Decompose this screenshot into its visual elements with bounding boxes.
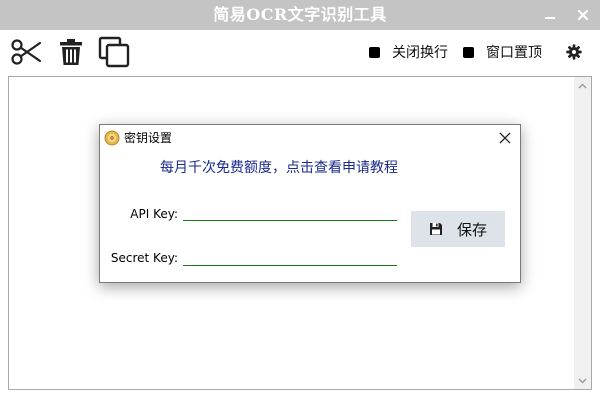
scroll-down-button[interactable] — [574, 372, 591, 389]
floppy-disk-icon — [429, 222, 443, 236]
wrap-toggle[interactable]: 关闭换行 — [369, 42, 448, 62]
settings-button[interactable] — [563, 41, 585, 63]
dialog-title: 密钥设置 — [124, 131, 173, 145]
app-window: 简易OCR文字识别工具 关闭换行 窗口置顶 密钥设置 每月千次免费额度，点击查看… — [0, 0, 600, 400]
close-window-button[interactable] — [568, 0, 598, 30]
vertical-scrollbar[interactable] — [574, 77, 591, 389]
dialog-close-button[interactable] — [494, 127, 516, 149]
dialog-title-bar[interactable]: 密钥设置 — [100, 125, 520, 151]
save-button[interactable]: 保存 — [411, 211, 505, 247]
wrap-toggle-checkbox[interactable] — [369, 46, 380, 58]
scroll-up-button[interactable] — [574, 77, 591, 94]
copy-icon — [98, 36, 130, 68]
close-icon — [499, 132, 511, 144]
close-icon — [577, 9, 589, 21]
secret-key-label: Secret Key: — [110, 251, 178, 265]
ontop-toggle[interactable]: 窗口置顶 — [463, 42, 542, 62]
secret-key-input[interactable] — [183, 248, 397, 266]
wrap-toggle-label: 关闭换行 — [392, 45, 448, 61]
minimize-button[interactable] — [535, 0, 565, 30]
title-bar[interactable]: 简易OCR文字识别工具 — [0, 0, 600, 30]
chevron-up-icon — [578, 83, 587, 88]
free-quota-tutorial-link[interactable]: 每月千次免费额度，点击查看申请教程 — [160, 157, 398, 177]
scissors-icon — [11, 39, 42, 65]
chevron-down-icon — [578, 378, 587, 383]
save-button-label: 保存 — [456, 220, 487, 239]
gear-icon — [566, 44, 582, 60]
trash-icon — [60, 39, 82, 65]
minimize-icon — [545, 17, 555, 19]
app-logo-icon — [104, 130, 120, 146]
api-key-label: API Key: — [130, 207, 178, 221]
api-key-input[interactable] — [183, 203, 397, 221]
ontop-toggle-label: 窗口置顶 — [486, 45, 542, 61]
ontop-toggle-checkbox[interactable] — [463, 46, 474, 58]
clear-button[interactable] — [58, 37, 84, 67]
toolbar: 关闭换行 窗口置顶 — [0, 30, 600, 74]
copy-button[interactable] — [97, 35, 131, 69]
window-title: 简易OCR文字识别工具 — [213, 5, 387, 24]
key-settings-dialog: 密钥设置 每月千次免费额度，点击查看申请教程 API Key: Secret K… — [99, 124, 521, 283]
screenshot-button[interactable] — [10, 38, 42, 66]
